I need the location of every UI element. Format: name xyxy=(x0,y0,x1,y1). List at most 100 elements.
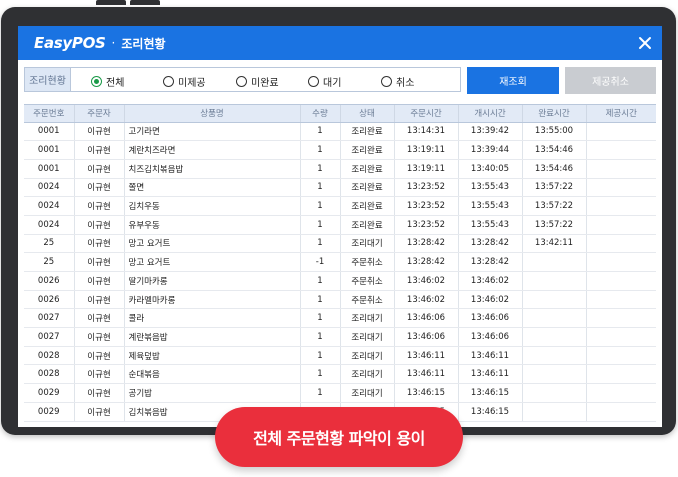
table-cell: 계란볶음밥 xyxy=(124,327,301,347)
radio-label: 미제공 xyxy=(178,78,206,89)
table-cell: 13:39:42 xyxy=(458,122,523,142)
table-cell: 13:46:06 xyxy=(394,327,459,347)
table-row[interactable]: 0027 이규현 계란볶음밥 1 조리대기 13:46:06 13:46:06 xyxy=(24,327,656,347)
table-cell: 1 xyxy=(300,122,341,142)
radio-waiting[interactable]: 대기 xyxy=(308,74,341,89)
radio-icon xyxy=(381,76,392,87)
table-cell: 1 xyxy=(300,308,341,329)
table-cell: 13:23:52 xyxy=(394,178,459,198)
table-cell: 조리대기 xyxy=(340,234,395,254)
radio-cancelled[interactable]: 취소 xyxy=(381,74,414,89)
table-cell xyxy=(586,383,656,403)
table-cell: 조리완료 xyxy=(340,178,395,198)
table-cell: 1 xyxy=(300,346,341,366)
table-cell: 조리완료 xyxy=(340,122,395,142)
table-cell: 13:46:02 xyxy=(394,290,459,310)
requery-button[interactable]: 재조회 xyxy=(467,67,559,94)
table-cell: 13:55:43 xyxy=(458,196,523,216)
column-header: 상태 xyxy=(340,105,395,123)
table-cell: 1 xyxy=(300,140,341,160)
table-row[interactable]: 0024 이규현 유부우동 1 조리완료 13:23:52 13:55:43 13:57:22 xyxy=(24,215,656,235)
table-cell xyxy=(522,290,587,310)
table-cell: 이규현 xyxy=(74,402,125,422)
table-cell: 유부우동 xyxy=(124,215,301,235)
table-cell: 13:46:11 xyxy=(458,364,523,385)
table-cell xyxy=(586,346,656,366)
table-cell: 조리완료 xyxy=(340,159,395,179)
table-cell: 13:28:42 xyxy=(458,252,523,272)
close-button[interactable] xyxy=(628,26,662,60)
table-row[interactable]: 0026 이규현 카라멜마카롱 1 주문취소 13:46:02 13:46:02 xyxy=(24,290,656,310)
table-cell: 13:57:22 xyxy=(522,215,587,235)
table-row[interactable]: 0028 이규현 순대볶음 1 조리대기 13:46:11 13:46:11 xyxy=(24,364,656,385)
cancel-serve-button[interactable]: 제공취소 xyxy=(565,67,656,94)
table-cell: 13:46:06 xyxy=(458,327,523,347)
table-cell xyxy=(522,252,587,272)
cooking-status-table: 주문번호 주문자 상품명 수량 상태 주문시간 개시시간 완료시간 제공시간 0001 이규현 고기… xyxy=(24,104,656,424)
table-cell: 13:46:06 xyxy=(394,308,459,329)
table-cell: 13:46:15 xyxy=(394,383,459,403)
table-cell: 0024 xyxy=(24,178,75,198)
table-cell: 조리완료 xyxy=(340,196,395,216)
table-cell: 0026 xyxy=(24,271,75,291)
table-cell: 공기밥 xyxy=(124,383,301,403)
table-cell: 13:19:11 xyxy=(394,140,459,160)
radio-all[interactable]: 전체 xyxy=(91,74,124,89)
filter-label: 조리현황 xyxy=(25,68,71,91)
table-cell xyxy=(586,122,656,142)
table-cell: 13:46:11 xyxy=(394,346,459,366)
column-header: 주문자 xyxy=(74,105,125,123)
radio-icon xyxy=(163,76,174,87)
table-cell xyxy=(522,271,587,291)
table-row[interactable]: 0001 이규현 계란치즈라면 1 조리완료 13:19:11 13:39:44 13:54:… xyxy=(24,140,656,160)
table-cell: 13:46:15 xyxy=(458,383,523,403)
table-row[interactable]: 0001 이규현 치즈김치볶음밥 1 조리완료 13:19:11 13:40:05 13:54… xyxy=(24,159,656,179)
table-cell: 1 xyxy=(300,383,341,403)
title-separator: · xyxy=(111,36,116,50)
table-cell: 13:46:06 xyxy=(458,308,523,329)
table-row[interactable]: 0029 이규현 공기밥 1 조리대기 13:46:15 13:46:15 xyxy=(24,383,656,403)
table-row[interactable]: 0027 이규현 콜라 1 조리대기 13:46:06 13:46:06 xyxy=(24,308,656,329)
table-cell xyxy=(586,196,656,216)
table-cell: 13:46:11 xyxy=(458,346,523,366)
radio-not-served[interactable]: 미제공 xyxy=(163,74,206,89)
radio-label: 미완료 xyxy=(251,78,279,89)
table-cell: 이규현 xyxy=(74,252,125,272)
status-filter: 조리현황 전체 미제공 미완료 대기 취소 xyxy=(24,67,461,92)
table-cell: 25 xyxy=(24,234,75,254)
tablet-frame: EasyPOS · 조리현황 조리현황 전체 미제공 미완료 대기 취소 재조회… xyxy=(1,7,676,435)
table-cell: 1 xyxy=(300,196,341,216)
table-row[interactable]: 0024 이규현 김치우동 1 조리완료 13:23:52 13:55:43 13:57:22 xyxy=(24,196,656,216)
table-cell: 이규현 xyxy=(74,383,125,403)
table-cell: 조리대기 xyxy=(340,383,395,403)
table-cell: 이규현 xyxy=(74,159,125,179)
column-header: 완료시간 xyxy=(522,105,587,123)
table-cell: 13:57:22 xyxy=(522,178,587,198)
table-cell xyxy=(522,308,587,329)
table-cell xyxy=(586,364,656,385)
tablet-hardware-button xyxy=(96,0,126,5)
table-cell: 13:55:43 xyxy=(458,215,523,235)
radio-incomplete[interactable]: 미완료 xyxy=(236,74,279,89)
table-row[interactable]: 0028 이규현 제육덮밥 1 조리대기 13:46:11 13:46:11 xyxy=(24,346,656,366)
radio-label: 전체 xyxy=(106,78,125,89)
table-cell: 조리완료 xyxy=(340,140,395,160)
table-cell: 1 xyxy=(300,159,341,179)
table-row[interactable]: 0024 이규현 쫄면 1 조리완료 13:23:52 13:55:43 13:57:22 xyxy=(24,178,656,198)
table-row[interactable]: 0001 이규현 고기라면 1 조리완료 13:14:31 13:39:42 13:55:00 xyxy=(24,122,656,142)
table-cell: 1 xyxy=(300,234,341,254)
table-cell: 콜라 xyxy=(124,308,301,329)
table-cell: 0024 xyxy=(24,215,75,235)
table-cell: 이규현 xyxy=(74,140,125,160)
table-cell: 조리완료 xyxy=(340,215,395,235)
table-cell xyxy=(586,290,656,310)
table-cell: 13:28:42 xyxy=(394,252,459,272)
table-cell: 망고 요거트 xyxy=(124,252,301,272)
table-row[interactable]: 0026 이규현 딸기마카롱 1 주문취소 13:46:02 13:46:02 xyxy=(24,271,656,291)
table-row[interactable]: 25 이규현 망고 요거트 1 조리대기 13:28:42 13:28:42 13:42:11 xyxy=(24,234,656,254)
table-cell: 13:46:02 xyxy=(458,271,523,291)
table-cell: 주문취소 xyxy=(340,290,395,310)
table-row[interactable]: 25 이규현 망고 요거트 -1 주문취소 13:28:42 13:28:42 xyxy=(24,252,656,272)
table-cell xyxy=(586,271,656,291)
table-cell: 제육덮밥 xyxy=(124,346,301,366)
